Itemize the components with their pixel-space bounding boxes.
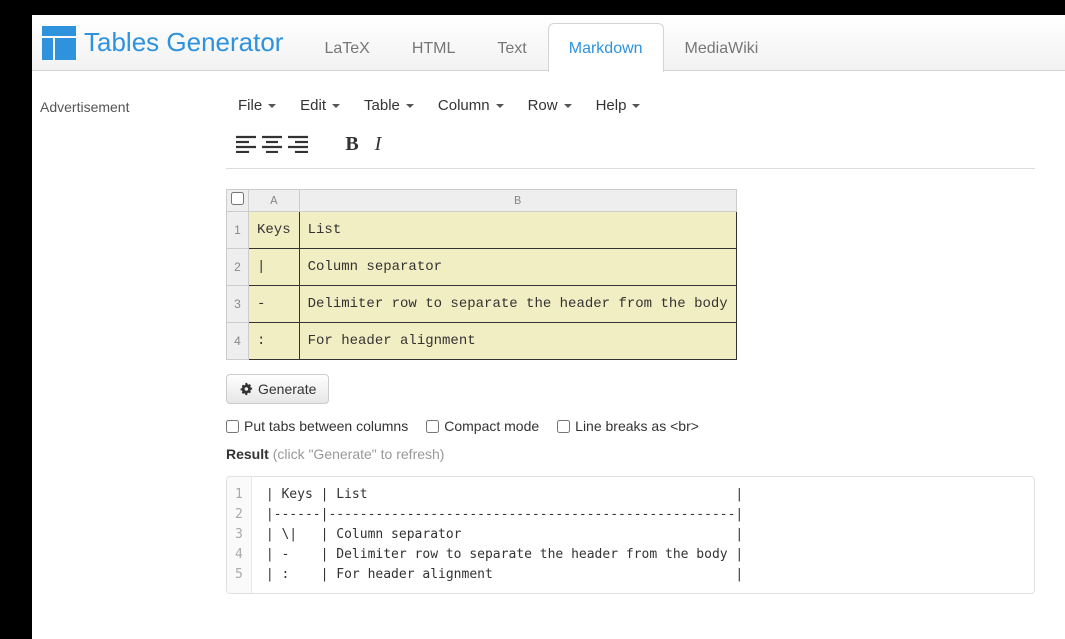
ad-label: Advertisement [40, 99, 129, 115]
table-logo-icon [42, 26, 76, 60]
tab-text[interactable]: Text [476, 23, 547, 72]
result-label: Result [226, 446, 269, 462]
option-br[interactable]: Line breaks as <br> [557, 418, 699, 434]
align-right-icon [288, 135, 308, 153]
cell[interactable]: Keys [249, 212, 300, 249]
cell[interactable]: Delimiter row to separate the header fro… [299, 286, 736, 323]
cell[interactable]: | [249, 249, 300, 286]
cell[interactable]: List [299, 212, 736, 249]
cell[interactable]: For header alignment [299, 323, 736, 360]
menu-column[interactable]: Column [426, 89, 516, 122]
gears-icon [239, 382, 253, 396]
tab-latex[interactable]: LaTeX [303, 23, 390, 72]
row-header[interactable]: 3 [227, 286, 249, 323]
italic-button[interactable]: I [366, 132, 390, 156]
code-content[interactable]: | Keys | List | |------|----------------… [252, 477, 1034, 593]
logo[interactable]: Tables Generator [42, 26, 283, 60]
cell[interactable]: - [249, 286, 300, 323]
generate-button[interactable]: Generate [226, 374, 329, 404]
tab-mediawiki[interactable]: MediaWiki [664, 23, 780, 72]
row-header[interactable]: 2 [227, 249, 249, 286]
caret-icon [332, 104, 340, 108]
sidebar-ad: Advertisement [32, 71, 226, 594]
align-left-button[interactable] [234, 132, 258, 156]
align-right-button[interactable] [286, 132, 310, 156]
table-row: 4 : For header alignment [227, 323, 737, 360]
compact-checkbox[interactable] [426, 420, 439, 433]
tab-markdown[interactable]: Markdown [548, 23, 664, 72]
br-checkbox[interactable] [557, 420, 570, 433]
row-header[interactable]: 1 [227, 212, 249, 249]
cell[interactable]: Column separator [299, 249, 736, 286]
option-compact[interactable]: Compact mode [426, 418, 539, 434]
tabs-checkbox[interactable] [226, 420, 239, 433]
align-center-icon [262, 135, 282, 153]
result-hint: (click "Generate" to refresh) [273, 446, 445, 462]
result-heading: Result (click "Generate" to refresh) [226, 446, 1035, 462]
table-row: 1 Keys List [227, 212, 737, 249]
line-numbers: 12345 [227, 477, 252, 593]
menu-help[interactable]: Help [584, 89, 653, 122]
result-code[interactable]: 12345 | Keys | List | |------|----------… [226, 476, 1035, 594]
select-all-corner[interactable] [227, 190, 249, 212]
menu-edit[interactable]: Edit [288, 89, 352, 122]
caret-icon [406, 104, 414, 108]
caret-icon [632, 104, 640, 108]
generate-label: Generate [258, 381, 316, 397]
menubar: File Edit Table Column Row Help [226, 83, 1035, 128]
col-header-a[interactable]: A [249, 190, 300, 212]
logo-text: Tables Generator [84, 27, 283, 58]
table-row: 3 - Delimiter row to separate the header… [227, 286, 737, 323]
top-navbar: Tables Generator LaTeX HTML Text Markdow… [32, 15, 1065, 71]
cell[interactable]: : [249, 323, 300, 360]
align-center-button[interactable] [260, 132, 284, 156]
tab-html[interactable]: HTML [391, 23, 477, 72]
menu-table[interactable]: Table [352, 89, 426, 122]
table-row: 2 | Column separator [227, 249, 737, 286]
col-header-b[interactable]: B [299, 190, 736, 212]
caret-icon [268, 104, 276, 108]
spreadsheet[interactable]: A B 1 Keys List 2 | Column separator 3 -… [226, 189, 737, 360]
align-left-icon [236, 135, 256, 153]
menu-file[interactable]: File [226, 89, 288, 122]
toolbar: B I [226, 128, 1035, 169]
option-tabs[interactable]: Put tabs between columns [226, 418, 408, 434]
select-all-checkbox[interactable] [231, 192, 244, 205]
format-tabs: LaTeX HTML Text Markdown MediaWiki [303, 15, 779, 71]
caret-icon [564, 104, 572, 108]
options-row: Put tabs between columns Compact mode Li… [226, 418, 1035, 434]
caret-icon [496, 104, 504, 108]
menu-row[interactable]: Row [516, 89, 584, 122]
row-header[interactable]: 4 [227, 323, 249, 360]
bold-button[interactable]: B [340, 132, 364, 156]
